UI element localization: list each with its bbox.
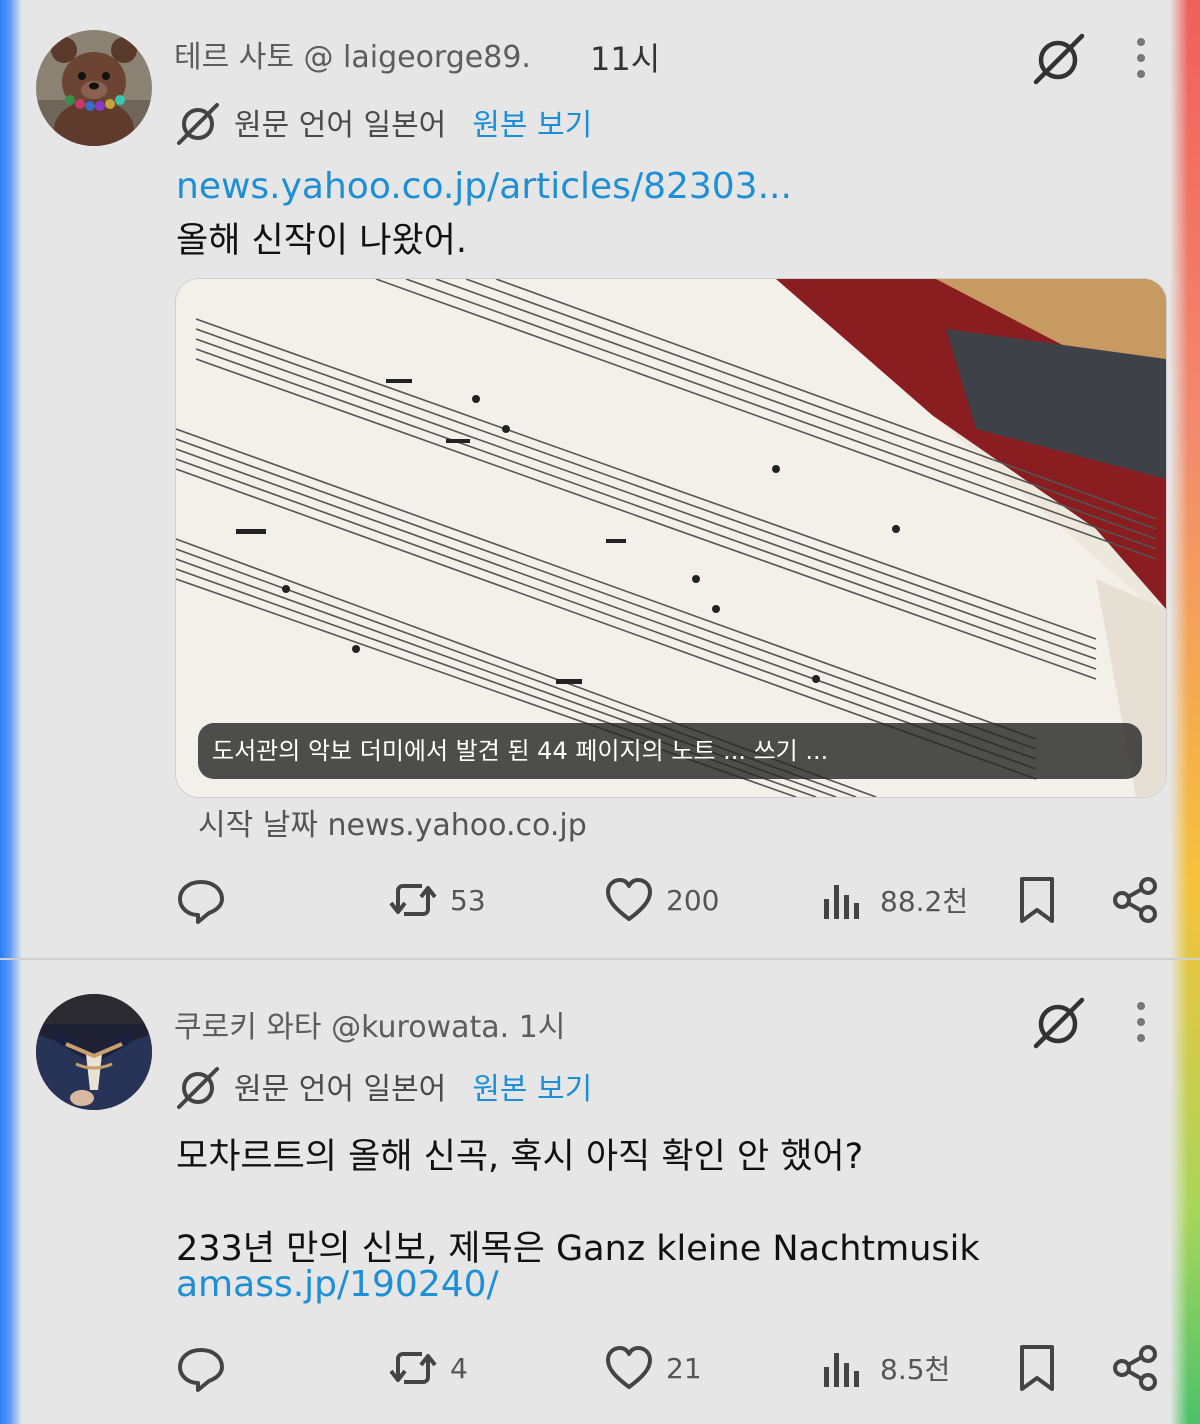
retweet-icon: [389, 884, 437, 916]
post-link[interactable]: news.yahoo.co.jp/articles/82303...: [176, 166, 792, 207]
like-icon: [606, 878, 652, 921]
post-time[interactable]: 1시: [519, 1010, 566, 1045]
handle[interactable]: @kurowata.: [331, 1010, 509, 1045]
post-text-line-1: 모차르트의 올해 신곡, 혹시 아직 확인 안 했어?: [176, 1137, 864, 1177]
retweet-icon: [389, 1352, 437, 1384]
views-button[interactable]: 8.5천: [818, 1340, 950, 1396]
post-2[interactable]: 쿠로키 와타 @kurowata. 1시 원문 언어 일본어 원본 보기 모차르…: [0, 960, 1200, 1424]
views-count: 88.2천: [880, 885, 969, 918]
reply-button[interactable]: [176, 872, 226, 928]
retweet-button[interactable]: 4: [388, 1340, 468, 1396]
like-count: 21: [666, 1351, 702, 1385]
avatar-bear[interactable]: [36, 30, 152, 146]
display-name[interactable]: 쿠로키 와타: [174, 1010, 322, 1045]
post-text: 올해 신작이 나왔어.: [176, 221, 467, 261]
share-icon: [1113, 877, 1157, 923]
views-icon: [824, 885, 859, 919]
link-card[interactable]: 도서관의 악보 더미에서 발견 된 44 페이지의 노트 ... 쓰기 ...: [175, 278, 1167, 798]
card-source[interactable]: 시작 날짜 news.yahoo.co.jp: [198, 800, 587, 844]
bookmark-icon: [1020, 1345, 1054, 1391]
view-original-link[interactable]: 원본 보기: [472, 100, 592, 144]
original-language-label: 원문 언어 일본어: [234, 108, 447, 143]
views-count: 8.5천: [880, 1353, 951, 1386]
like-count: 200: [666, 883, 720, 917]
reply-button[interactable]: [176, 1340, 226, 1396]
post-time[interactable]: 11시: [590, 34, 660, 80]
share-button[interactable]: [1110, 872, 1160, 928]
post-link[interactable]: amass.jp/190240/: [176, 1264, 499, 1305]
retweet-count: 53: [450, 883, 486, 917]
original-language-label: 원문 언어 일본어: [234, 1072, 447, 1107]
translation-info: 원문 언어 일본어 원본 보기: [174, 98, 592, 146]
view-original-link[interactable]: 원본 보기: [472, 1064, 592, 1108]
grok-icon[interactable]: [1030, 30, 1086, 86]
share-icon: [1113, 1345, 1157, 1391]
more-vertical-icon[interactable]: [1131, 30, 1151, 86]
handle[interactable]: @ laigeorge89.: [303, 40, 530, 75]
like-button[interactable]: 200: [604, 872, 719, 928]
retweet-button[interactable]: 53: [388, 872, 486, 928]
views-icon: [824, 1353, 859, 1387]
bear-avatar-image: [36, 30, 152, 146]
display-name[interactable]: 테르 사토: [174, 40, 294, 75]
avatar-uniform[interactable]: [36, 994, 152, 1110]
bookmark-icon: [1020, 877, 1054, 923]
more-vertical-icon[interactable]: [1131, 994, 1151, 1050]
uniform-avatar-image: [36, 994, 152, 1110]
sheet-music-image: [176, 279, 1166, 797]
translate-icon: [177, 1067, 219, 1109]
translation-info: 원문 언어 일본어 원본 보기: [174, 1062, 592, 1110]
retweet-count: 4: [450, 1351, 468, 1385]
share-button[interactable]: [1110, 1340, 1160, 1396]
post-author[interactable]: 쿠로키 와타 @kurowata. 1시: [174, 1002, 565, 1046]
post-author[interactable]: 테르 사토 @ laigeorge89.: [174, 32, 531, 76]
translate-icon: [177, 103, 219, 145]
like-icon: [606, 1346, 652, 1389]
post-1[interactable]: 테르 사토 @ laigeorge89. 11시 원문 언어 일본어 원본 보기…: [0, 0, 1200, 958]
views-button[interactable]: 88.2천: [818, 872, 968, 928]
card-caption: 도서관의 악보 더미에서 발견 된 44 페이지의 노트 ... 쓰기 ...: [198, 723, 1142, 779]
bookmark-button[interactable]: [1012, 1340, 1062, 1396]
grok-icon[interactable]: [1030, 994, 1086, 1050]
bookmark-button[interactable]: [1012, 872, 1062, 928]
reply-icon: [178, 880, 224, 924]
reply-icon: [178, 1348, 224, 1392]
like-button[interactable]: 21: [604, 1340, 702, 1396]
